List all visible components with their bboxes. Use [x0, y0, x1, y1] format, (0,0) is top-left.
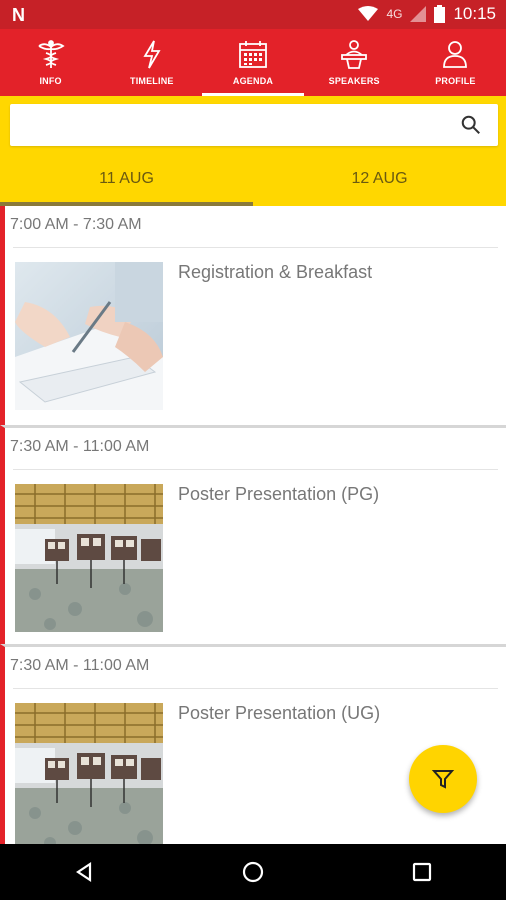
tab-agenda-label: AGENDA — [232, 76, 274, 86]
divider — [13, 247, 498, 248]
app-notification-icon: N — [12, 5, 25, 25]
main-tab-bar: INFO TIMELINE AGENDA SPEAKERS PROFILE — [0, 29, 506, 96]
lightning-icon — [143, 40, 161, 69]
session-image — [15, 262, 163, 410]
tab-profile[interactable]: PROFILE — [405, 29, 506, 96]
session-card[interactable]: 7:00 AM - 7:30 AM Registration & Breakfa… — [0, 206, 506, 425]
session-title: Registration & Breakfast — [178, 262, 373, 282]
tab-timeline[interactable]: TIMELINE — [101, 29, 202, 96]
app-screen: N 4G 10:15 INFO TIMELINE AGENDA SPEAKERS… — [0, 0, 506, 900]
session-title: Poster Presentation (PG) — [178, 484, 380, 504]
filter-header: 11 AUG 12 AUG — [0, 96, 506, 206]
day-tab-12-aug[interactable]: 12 AUG — [253, 152, 506, 206]
session-card[interactable]: 7:30 AM - 11:00 AM Poster Presentation (… — [0, 425, 506, 644]
tab-info-label: INFO — [39, 76, 62, 86]
tab-speakers[interactable]: SPEAKERS — [304, 29, 405, 96]
session-time: 7:30 AM - 11:00 AM — [10, 438, 150, 455]
clock: 10:15 — [453, 4, 496, 23]
recents-icon — [412, 862, 431, 882]
calendar-icon — [239, 41, 267, 68]
speaker-podium-icon — [341, 40, 368, 69]
battery-icon — [434, 5, 446, 23]
back-button[interactable] — [64, 852, 104, 892]
tab-timeline-label: TIMELINE — [130, 76, 174, 86]
filter-icon — [431, 770, 455, 789]
session-time: 7:00 AM - 7:30 AM — [10, 216, 142, 233]
tab-profile-label: PROFILE — [435, 76, 476, 86]
home-button[interactable] — [233, 852, 273, 892]
session-image — [15, 703, 163, 844]
search-bar — [10, 104, 498, 146]
tab-info[interactable]: INFO — [0, 29, 101, 96]
home-icon — [242, 861, 264, 883]
search-input[interactable] — [20, 104, 450, 146]
search-icon[interactable] — [460, 114, 482, 136]
session-image — [15, 484, 163, 632]
network-type: 4G — [386, 7, 403, 21]
back-icon — [76, 861, 92, 883]
caduceus-icon — [38, 40, 65, 68]
system-nav-bar — [0, 844, 506, 900]
session-title: Poster Presentation (UG) — [178, 703, 381, 723]
filter-button[interactable] — [409, 745, 477, 813]
session-time: 7:30 AM - 11:00 AM — [10, 657, 150, 674]
wifi-icon — [358, 6, 379, 21]
divider — [13, 469, 498, 470]
tab-agenda[interactable]: AGENDA — [202, 29, 304, 96]
tab-speakers-label: SPEAKERS — [328, 76, 380, 86]
signal-icon — [410, 6, 427, 22]
recents-button[interactable] — [402, 852, 442, 892]
day-tabs: 11 AUG 12 AUG — [0, 152, 506, 206]
session-card[interactable]: 7:30 AM - 11:00 AM Poster Presentation (… — [0, 644, 506, 844]
divider — [13, 688, 498, 689]
day-tab-11-aug[interactable]: 11 AUG — [0, 152, 253, 206]
status-bar: N 4G 10:15 — [0, 0, 506, 29]
status-indicators: 4G 10:15 — [358, 4, 496, 24]
person-icon — [443, 41, 468, 68]
